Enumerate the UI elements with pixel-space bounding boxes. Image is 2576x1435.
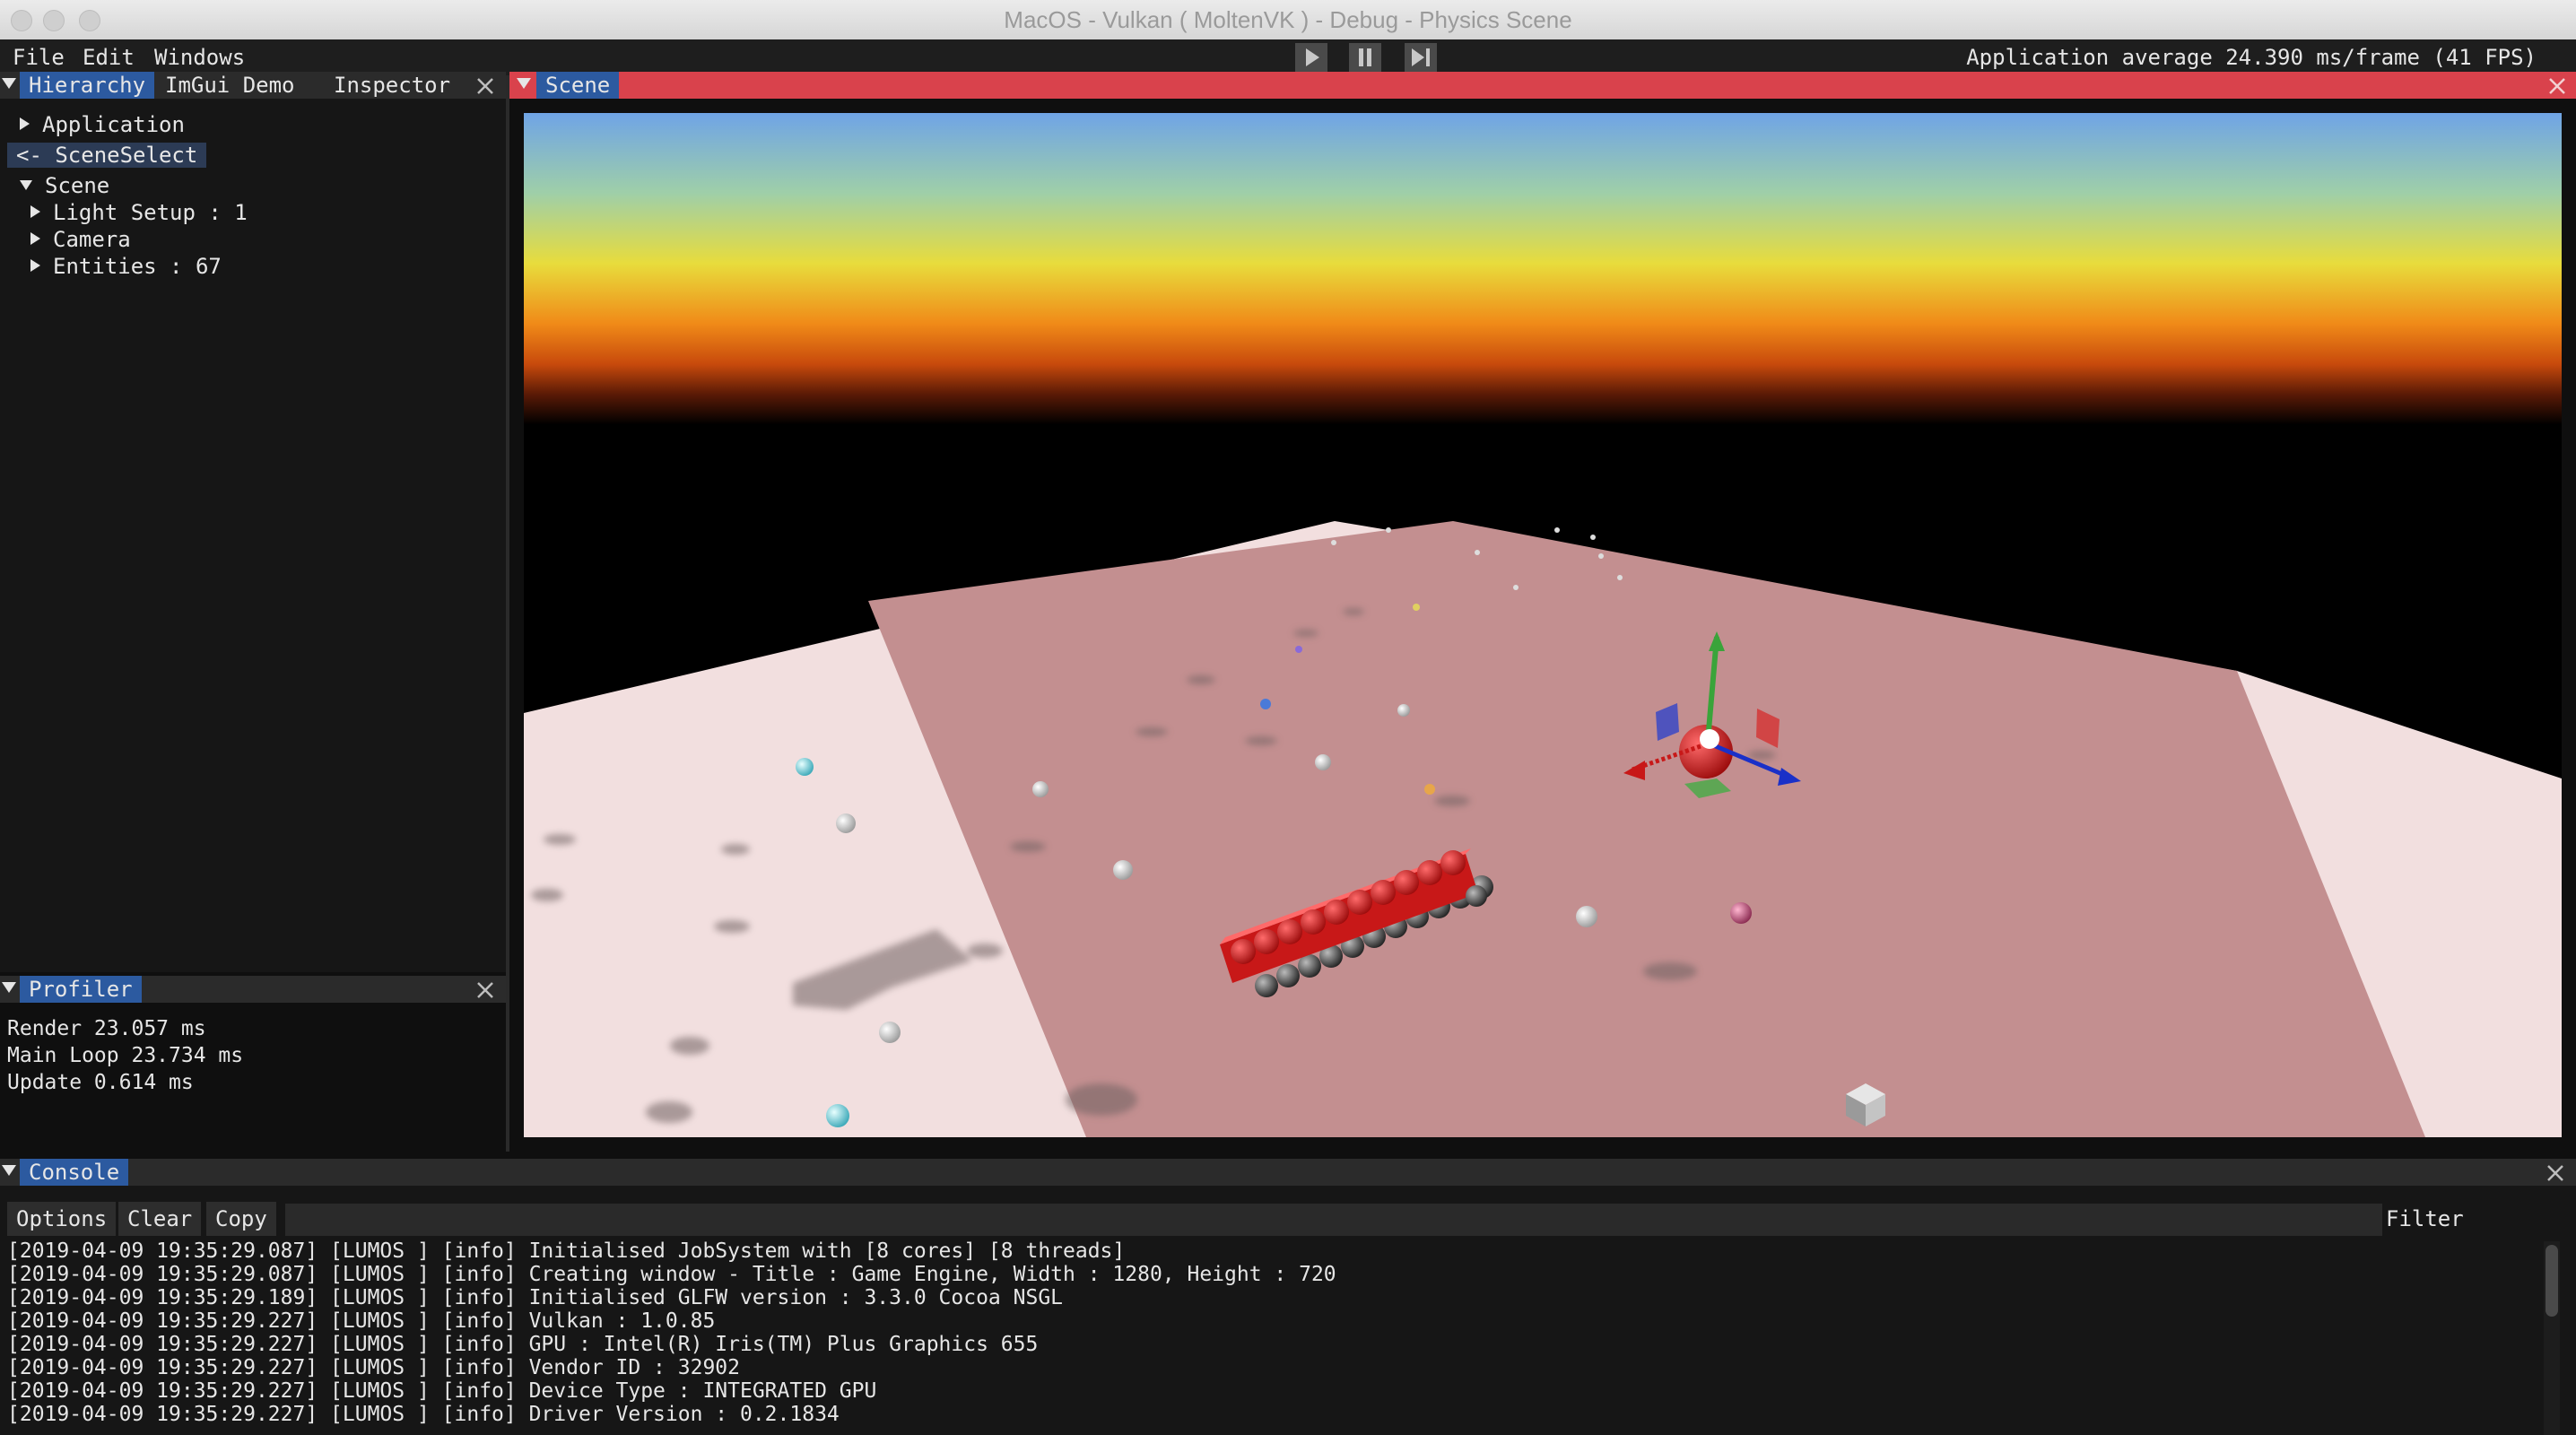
close-icon (477, 982, 493, 998)
copy-button[interactable]: Copy (206, 1202, 276, 1236)
collapse-arrow-icon[interactable] (20, 179, 32, 190)
pause-button[interactable] (1349, 43, 1381, 72)
log-line: [2019-04-09 19:35:29.227] [LUMOS ] [info… (7, 1333, 1039, 1356)
title-bar: MacOS - Vulkan ( MoltenVK ) - Debug - Ph… (0, 0, 2576, 40)
log-line: [2019-04-09 19:35:29.087] [LUMOS ] [info… (7, 1239, 1126, 1263)
collapse-icon[interactable] (2, 982, 16, 993)
filter-label: Filter (2386, 1206, 2464, 1231)
close-hierarchy-button[interactable] (475, 75, 495, 95)
log-line: [2019-04-09 19:35:29.227] [LUMOS ] [info… (7, 1356, 740, 1379)
step-button[interactable] (1405, 43, 1437, 72)
expand-arrow-icon[interactable] (30, 259, 40, 272)
console-log: [2019-04-09 19:35:29.087] [LUMOS ] [info… (7, 1239, 2537, 1435)
tree-item-application[interactable]: Application (20, 111, 185, 138)
tree-label: Light Setup : 1 (53, 200, 248, 225)
tree-item-scene-select[interactable]: <- SceneSelect (7, 142, 207, 169)
tree-item-light-setup[interactable]: Light Setup : 1 (30, 199, 248, 226)
scene-select-button[interactable]: <- SceneSelect (7, 143, 207, 168)
collapse-icon[interactable] (517, 78, 531, 89)
log-line: [2019-04-09 19:35:29.087] [LUMOS ] [info… (7, 1263, 1336, 1286)
close-icon (477, 78, 493, 94)
fps-readout: Application average 24.390 ms/frame (41 … (1966, 45, 2537, 70)
log-line: [2019-04-09 19:35:29.189] [LUMOS ] [info… (7, 1286, 1064, 1309)
console-header: Console (0, 1159, 2576, 1186)
tree-label: Application (42, 112, 185, 137)
console-title: Console (20, 1159, 129, 1186)
tree-label: Scene (45, 173, 110, 198)
profiler-header: Profiler (0, 976, 506, 1003)
log-line: [2019-04-09 19:35:29.227] [LUMOS ] [info… (7, 1309, 716, 1333)
menu-windows[interactable]: Windows (154, 39, 245, 75)
window-title: MacOS - Vulkan ( MoltenVK ) - Debug - Ph… (1004, 6, 1572, 33)
profiler-render: Render 23.057 ms (7, 1017, 206, 1040)
tree-item-entities[interactable]: Entities : 67 (30, 253, 222, 280)
log-line: [2019-04-09 19:35:29.227] [LUMOS ] [info… (7, 1403, 840, 1426)
close-icon (2549, 78, 2565, 94)
close-profiler-button[interactable] (475, 979, 495, 999)
vertical-splitter[interactable] (506, 75, 509, 1152)
clear-button[interactable]: Clear (118, 1202, 202, 1236)
tree-item-camera[interactable]: Camera (30, 226, 131, 253)
collapse-icon[interactable] (2, 1165, 16, 1176)
expand-arrow-icon[interactable] (30, 205, 40, 218)
scene-render (524, 113, 2562, 1137)
menu-file[interactable]: File (13, 39, 65, 75)
step-forward-icon (1405, 43, 1437, 72)
tab-imgui-demo[interactable]: ImGui Demo (156, 72, 304, 99)
tab-hierarchy[interactable]: Hierarchy (20, 72, 155, 99)
tree-label: Entities : 67 (53, 254, 222, 279)
tree-item-scene[interactable]: Scene (20, 172, 109, 199)
scene-viewport[interactable] (524, 113, 2562, 1137)
tab-inspector[interactable]: Inspector (325, 72, 459, 99)
log-line: [2019-04-09 19:35:29.227] [LUMOS ] [info… (7, 1379, 877, 1403)
expand-arrow-icon[interactable] (30, 232, 40, 245)
profiler-update: Update 0.614 ms (7, 1071, 194, 1094)
expand-arrow-icon[interactable] (20, 117, 30, 130)
close-icon (2547, 1165, 2563, 1181)
hierarchy-tree: Application <- SceneSelect Scene Light S… (0, 106, 506, 967)
profiler-main-loop: Main Loop 23.734 ms (7, 1044, 244, 1067)
collapse-icon[interactable] (2, 78, 16, 89)
tab-scene[interactable]: Scene (536, 72, 620, 99)
menu-edit[interactable]: Edit (83, 39, 135, 75)
filter-input[interactable] (285, 1204, 2382, 1236)
play-icon (1295, 43, 1327, 72)
close-console-button[interactable] (2546, 1162, 2565, 1182)
close-scene-button[interactable] (2547, 75, 2567, 95)
tree-label: Camera (53, 227, 131, 252)
console-scroll-thumb[interactable] (2546, 1245, 2558, 1317)
play-button[interactable] (1295, 43, 1327, 72)
profiler-title: Profiler (20, 976, 142, 1003)
scene-header: Scene (509, 72, 2576, 99)
pause-icon (1349, 43, 1381, 72)
options-button[interactable]: Options (7, 1202, 117, 1236)
hierarchy-header: Hierarchy ImGui Demo Inspector (0, 72, 506, 99)
menu-bar: File Edit Windows Application average 24… (0, 39, 2576, 75)
